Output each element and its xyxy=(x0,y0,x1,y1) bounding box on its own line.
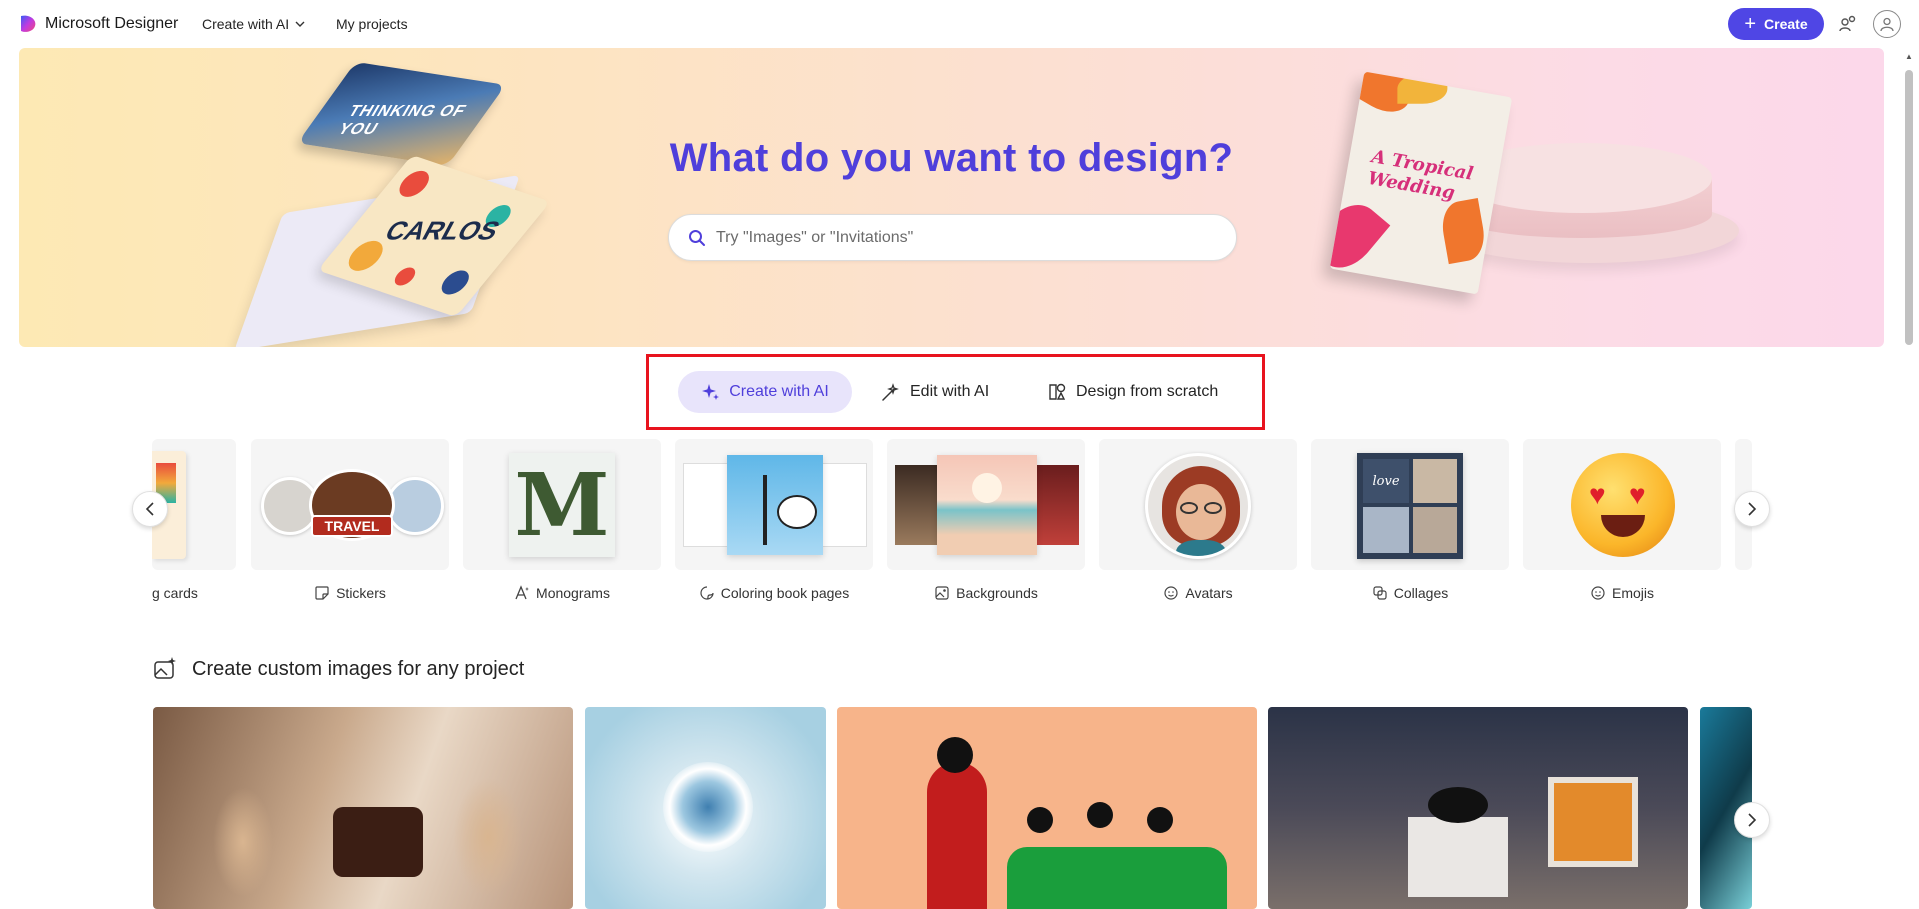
collage-icon xyxy=(1373,586,1387,600)
custom-images-section-header: Create custom images for any project xyxy=(152,656,524,682)
image-icon xyxy=(935,586,949,600)
chevron-down-icon xyxy=(295,21,305,27)
shapes-icon xyxy=(1049,383,1066,400)
carousel-prev-button[interactable] xyxy=(132,491,168,527)
chevron-right-icon xyxy=(1748,813,1757,827)
magic-wand-icon xyxy=(882,383,899,401)
category-coloring-book-pages-label[interactable]: Coloring book pages xyxy=(675,583,873,603)
dessert-image-tile[interactable] xyxy=(153,707,573,909)
avatar-icon xyxy=(1164,586,1178,600)
design-search-box[interactable] xyxy=(668,214,1237,261)
tab-create-with-ai-label: Create with AI xyxy=(729,383,829,400)
create-button-label: Create xyxy=(1764,16,1808,32)
custom-images-section-title: Create custom images for any project xyxy=(192,657,525,680)
category-monograms-tile[interactable]: M xyxy=(463,439,661,570)
chevron-left-icon xyxy=(145,502,154,516)
search-icon xyxy=(689,229,705,246)
tab-edit-with-ai-label: Edit with AI xyxy=(910,383,990,400)
brand-name[interactable]: Microsoft Designer xyxy=(45,15,178,33)
category-avatars-label[interactable]: Avatars xyxy=(1099,583,1297,603)
nav-create-with-ai-label: Create with AI xyxy=(202,16,290,32)
chevron-right-icon xyxy=(1748,502,1757,516)
design-search-input[interactable] xyxy=(716,228,1196,247)
category-avatars-tile[interactable] xyxy=(1099,439,1297,570)
hero-banner: THINKING OF YOU CARLOS What do you want … xyxy=(19,48,1884,347)
tab-design-from-scratch-label: Design from scratch xyxy=(1076,383,1219,400)
plus-icon: + xyxy=(1744,13,1757,35)
category-monograms-label[interactable]: Monograms xyxy=(463,583,661,603)
category-collages-tile[interactable]: love xyxy=(1311,439,1509,570)
person-icon xyxy=(1880,17,1894,32)
scrollbar-thumb[interactable] xyxy=(1905,70,1913,345)
category-coloring-book-pages-tile[interactable] xyxy=(675,439,873,570)
category-emojis-label[interactable]: Emojis xyxy=(1523,583,1721,603)
nav-my-projects-link[interactable]: My projects xyxy=(336,16,408,32)
sticker-icon xyxy=(315,586,329,600)
gift-fireplace-image-tile[interactable] xyxy=(1268,707,1688,909)
category-backgrounds-tile[interactable] xyxy=(887,439,1085,570)
account-avatar[interactable] xyxy=(1873,10,1901,38)
image-sparkle-icon xyxy=(154,657,176,679)
tab-create-with-ai[interactable]: Create with AI xyxy=(678,371,852,413)
travel-sticker-text: TRAVEL xyxy=(311,515,393,537)
tab-design-from-scratch[interactable]: Design from scratch xyxy=(1046,371,1226,413)
thinking-of-you-card-text: THINKING OF YOU xyxy=(334,103,470,139)
create-button[interactable]: + Create xyxy=(1728,8,1824,40)
collage-love-text: love xyxy=(1372,473,1400,489)
category-stickers-label[interactable]: Stickers xyxy=(251,583,449,603)
category-stickers-tile[interactable]: TRAVEL xyxy=(251,439,449,570)
storytelling-image-tile[interactable] xyxy=(837,707,1257,909)
monogram-icon xyxy=(515,585,530,600)
category-greeting-cards-label[interactable]: g cards xyxy=(152,583,236,603)
tab-edit-with-ai[interactable]: Edit with AI xyxy=(880,371,1000,413)
coloring-icon xyxy=(700,586,714,600)
tropical-wedding-card-image: A Tropical Wedding xyxy=(1329,71,1513,295)
emoji-icon xyxy=(1591,586,1605,600)
category-emojis-tile[interactable]: ♥ ♥ xyxy=(1523,439,1721,570)
designer-logo-icon[interactable] xyxy=(18,14,38,34)
nav-create-with-ai-menu[interactable]: Create with AI xyxy=(202,16,305,32)
category-backgrounds-label[interactable]: Backgrounds xyxy=(887,583,1085,603)
scroll-up-arrow-icon[interactable]: ▲ xyxy=(1904,52,1914,62)
carousel-next-button[interactable] xyxy=(1734,491,1770,527)
top-nav: Microsoft Designer Create with AI My pro… xyxy=(0,0,1919,48)
snowflake-image-tile[interactable] xyxy=(585,707,826,909)
share-people-icon[interactable] xyxy=(1838,14,1858,34)
category-collages-label[interactable]: Collages xyxy=(1311,583,1509,603)
tropical-wedding-title: A Tropical Wedding xyxy=(1366,146,1475,204)
images-next-button[interactable] xyxy=(1734,802,1770,838)
sparkle-icon xyxy=(702,384,720,400)
monogram-letter: M xyxy=(514,454,610,556)
carlos-card-name: CARLOS xyxy=(379,215,506,246)
